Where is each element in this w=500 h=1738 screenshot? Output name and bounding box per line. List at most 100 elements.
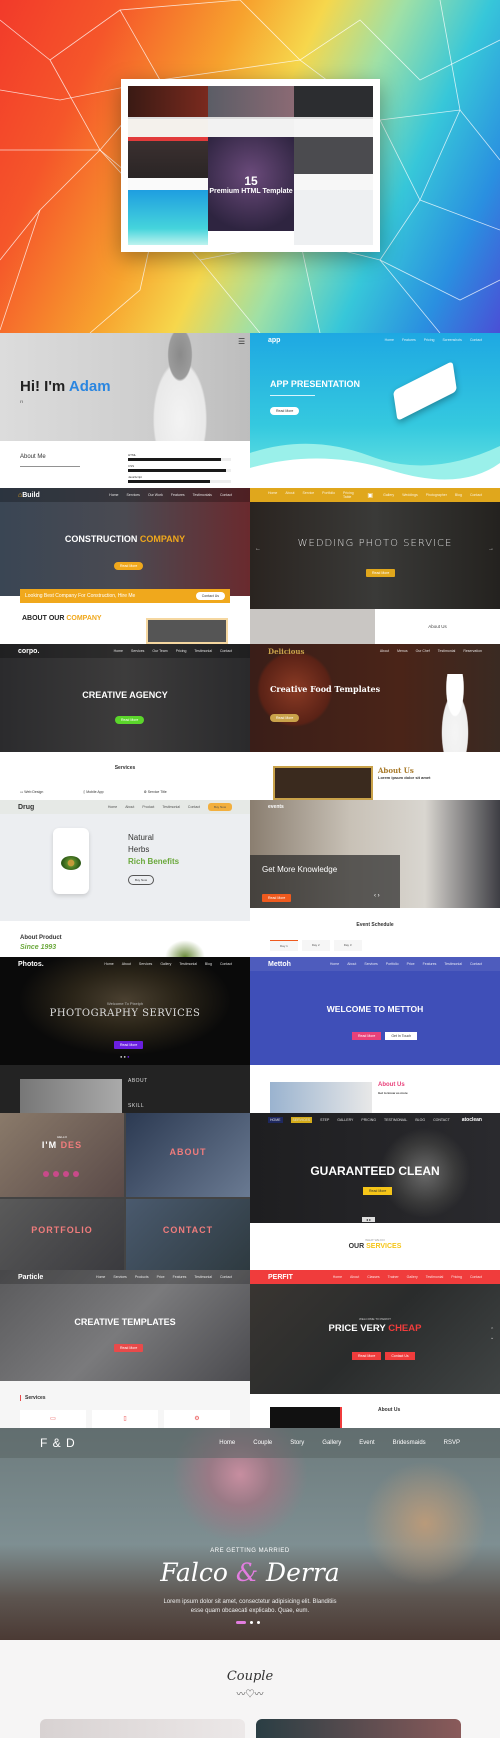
wedding-logo[interactable]: F & D	[40, 1436, 76, 1450]
drug-logo[interactable]: Drug	[18, 804, 34, 811]
nav-story[interactable]: Story	[290, 1440, 304, 1446]
tile-app-presentation[interactable]: app Home Features Pricing Screenshots Contac…	[250, 333, 500, 488]
tile-construction[interactable]: ⌂Build Home Services Our Work Features Testi…	[0, 488, 250, 644]
get-in-touch-button[interactable]: Get In Touch	[385, 1032, 418, 1040]
nav-link[interactable]: Classes	[367, 1275, 379, 1279]
nav-link[interactable]: Contact	[470, 493, 482, 497]
tile-particle[interactable]: Particle Home Services Products Price Featur…	[0, 1270, 250, 1428]
delicious-logo[interactable]: Delicious	[268, 647, 304, 656]
nav-link[interactable]: Home	[108, 805, 117, 809]
tab-day-2[interactable]: Day 2	[301, 940, 330, 951]
nav-link[interactable]: Portfolio	[386, 962, 399, 966]
nav-link[interactable]: About	[350, 1275, 359, 1279]
slider-dots[interactable]	[236, 1621, 260, 1624]
nav-link[interactable]: Home	[385, 338, 394, 342]
nav-link[interactable]: Pricing	[424, 338, 435, 342]
nav-link[interactable]: Testimonial	[444, 962, 462, 966]
perfit-logo[interactable]: PERFIT	[268, 1274, 293, 1281]
des-contact-panel[interactable]: CONTACT	[126, 1199, 250, 1270]
perfit-contact-button[interactable]: Contact Us	[385, 1352, 415, 1360]
build-logo[interactable]: ⌂Build	[18, 492, 40, 499]
photos-logo[interactable]: Photos.	[18, 961, 44, 968]
social-icon[interactable]	[53, 1171, 59, 1177]
tile-photography[interactable]: Photos. Home About Services Gallery Testimon…	[0, 957, 250, 1113]
nav-link[interactable]: Home	[96, 1275, 105, 1279]
particle-logo[interactable]: Particle	[18, 1274, 43, 1281]
nav-home[interactable]: Home	[219, 1440, 235, 1446]
des-about-panel[interactable]: ABOUT	[126, 1113, 250, 1197]
atoclean-read-more-button[interactable]: Read More	[363, 1187, 393, 1195]
dot[interactable]	[250, 1621, 253, 1624]
drug-buy-now-button[interactable]: Buy Now	[128, 875, 155, 885]
corpo-logo[interactable]: corpo.	[18, 648, 39, 655]
tile-des-portfolio[interactable]: HELLO I'M DES ABOUT PORTFOLIO CONTACT	[0, 1113, 250, 1270]
tile-delicious-food[interactable]: Delicious About Menus Our Chef Testimonial R…	[250, 644, 500, 800]
nav-link[interactable]: Service	[303, 491, 315, 499]
nav-link[interactable]: CONTACT	[433, 1118, 450, 1122]
nav-couple[interactable]: Couple	[253, 1440, 272, 1446]
nav-link[interactable]: Weddings	[402, 493, 418, 497]
nav-link[interactable]: Home	[268, 491, 277, 499]
nav-link[interactable]: Home	[114, 649, 123, 653]
nav-link[interactable]: Contact	[220, 962, 232, 966]
nav-link[interactable]: Contact	[470, 338, 482, 342]
nav-link[interactable]: About	[380, 649, 389, 653]
nav-link[interactable]: Contact	[220, 649, 232, 653]
nav-link[interactable]: Features	[173, 1275, 187, 1279]
food-read-more-button[interactable]: Read More	[270, 714, 300, 722]
nav-link[interactable]: Menus	[397, 649, 408, 653]
app-read-more-button[interactable]: Read More	[270, 407, 300, 415]
nav-link[interactable]: PRICING	[361, 1118, 376, 1122]
events-read-more-button[interactable]: Read More	[262, 894, 292, 902]
mettoh-logo[interactable]: Mettoh	[268, 961, 291, 968]
nav-link[interactable]: Testimonial	[162, 805, 180, 809]
tile-events[interactable]: events Get More Knowledge Read More ‹ › …	[250, 800, 500, 957]
nav-link[interactable]: About	[285, 491, 294, 499]
tab-day-3[interactable]: Day 3	[333, 940, 362, 951]
perfit-read-more-button[interactable]: Read More	[352, 1352, 382, 1360]
nav-link[interactable]: Pricing	[176, 649, 187, 653]
tile-perfit[interactable]: PERFIT Home About Classes Trainer Gallery Tes…	[250, 1270, 500, 1428]
slider-dots[interactable]: ● ● ●	[120, 1054, 129, 1059]
contact-us-button[interactable]: Contact Us	[195, 592, 225, 600]
camera-logo-icon[interactable]: ▣	[367, 492, 373, 499]
nav-link[interactable]: Services	[127, 493, 140, 497]
gear-icon[interactable]: ⚙	[164, 1410, 230, 1428]
slider-arrows-icon[interactable]: ◂ ▸	[362, 1217, 376, 1222]
nav-link[interactable]: About	[347, 962, 356, 966]
nav-link[interactable]: About	[125, 805, 134, 809]
slider-arrows-icon[interactable]: ‹ ›	[374, 893, 380, 899]
slider-prev-icon[interactable]: ←	[255, 546, 261, 552]
wedding-photo-read-more-button[interactable]: Read More	[366, 569, 396, 577]
mobile-icon[interactable]: ▯	[92, 1410, 158, 1428]
nav-link[interactable]: Home	[104, 962, 113, 966]
nav-link[interactable]: Testimonial	[194, 1275, 212, 1279]
nav-link[interactable]: Product	[142, 805, 154, 809]
nav-link[interactable]: Pricing	[451, 1275, 462, 1279]
nav-link[interactable]: Services	[131, 649, 144, 653]
nav-link[interactable]: About	[122, 962, 131, 966]
photos-read-more-button[interactable]: Read More	[114, 1041, 144, 1049]
nav-link[interactable]: BLOG	[415, 1118, 425, 1122]
nav-bridesmaids[interactable]: Bridesmaids	[393, 1440, 426, 1446]
nav-link[interactable]: Screenshots	[442, 338, 461, 342]
nav-link[interactable]: Contact	[470, 1275, 482, 1279]
nav-link[interactable]: Pricing Table	[343, 491, 357, 499]
social-icon[interactable]	[73, 1171, 79, 1177]
tile-drug-herbs[interactable]: Drug Home About Product Testimonial Contact B…	[0, 800, 250, 957]
nav-link[interactable]: Photographer	[426, 493, 447, 497]
nav-link[interactable]: Features	[423, 962, 437, 966]
nav-link[interactable]: Testimonial	[426, 1275, 444, 1279]
nav-link[interactable]: Features	[171, 493, 185, 497]
des-portfolio-panel[interactable]: PORTFOLIO	[0, 1199, 124, 1270]
social-icon[interactable]	[63, 1171, 69, 1177]
tile-mettoh[interactable]: Mettoh Home About Services Portfolio Price Fe…	[250, 957, 500, 1113]
nav-link[interactable]: Blog	[455, 493, 462, 497]
nav-link[interactable]: Contact	[470, 962, 482, 966]
nav-link[interactable]: Our Work	[148, 493, 163, 497]
buy-now-nav-button[interactable]: Buy Now	[207, 803, 232, 811]
particle-read-more-button[interactable]: Read More	[114, 1344, 144, 1352]
construction-read-more-button[interactable]: Read More	[114, 562, 144, 570]
scroll-arrows-icon[interactable]: ⌃ ⌄	[490, 1326, 494, 1342]
nav-link[interactable]: Contact	[188, 805, 200, 809]
